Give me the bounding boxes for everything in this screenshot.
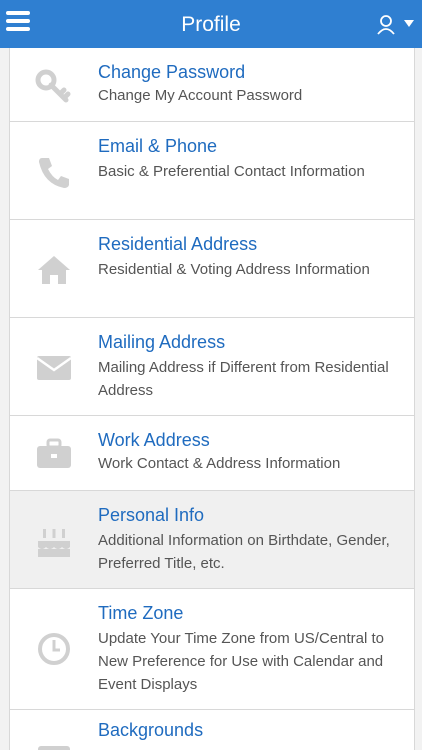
menu-item-email-phone[interactable]: Email & Phone Basic & Preferential Conta… [10, 122, 414, 220]
item-title: Work Address [98, 430, 210, 450]
item-description: Mailing Address if Different from Reside… [98, 359, 389, 399]
user-icon [377, 15, 395, 35]
item-description: Work Contact & Address Information [98, 455, 341, 472]
item-description: Change My Account Password [98, 87, 303, 104]
item-title: Time Zone [98, 603, 184, 623]
page-title: Profile [181, 13, 241, 36]
item-title: Mailing Address [98, 332, 226, 352]
menu-item-mailing-address[interactable]: Mailing Address Mailing Address if Diffe… [10, 318, 414, 416]
cake-icon [38, 529, 70, 557]
clock-icon [38, 633, 70, 665]
phone-icon [39, 158, 69, 188]
menu-item-work-address[interactable]: Work Address Work Contact & Address Info… [10, 416, 414, 491]
item-title: Personal Info [98, 505, 205, 525]
item-title: Backgrounds [98, 720, 204, 740]
user-menu-button[interactable] [376, 14, 414, 36]
app-header: Profile [0, 0, 422, 48]
item-title: Residential Address [98, 234, 258, 254]
item-description: Basic & Preferential Contact Information [98, 163, 365, 180]
item-title: Email & Phone [98, 136, 218, 156]
home-icon [38, 256, 70, 284]
profile-menu-list: Change Password Change My Account Passwo… [9, 48, 415, 750]
item-description: Residential & Voting Address Information [98, 261, 370, 278]
key-icon [35, 69, 71, 103]
menu-item-personal-info[interactable]: Personal Info Additional Information on … [10, 491, 414, 589]
item-description: Update Your Time Zone from US/Central to… [98, 630, 384, 693]
menu-item-time-zone[interactable]: Time Zone Update Your Time Zone from US/… [10, 589, 414, 710]
menu-item-residential-address[interactable]: Residential Address Residential & Voting… [10, 220, 414, 318]
chevron-down-icon [404, 20, 414, 27]
item-title: Change Password [98, 62, 246, 82]
envelope-icon [36, 356, 72, 380]
item-description: Additional Information on Birthdate, Gen… [98, 532, 390, 572]
image-icon [38, 746, 70, 750]
menu-item-change-password[interactable]: Change Password Change My Account Passwo… [10, 48, 414, 122]
briefcase-icon [37, 438, 71, 468]
menu-item-backgrounds[interactable]: Backgrounds [10, 710, 414, 750]
